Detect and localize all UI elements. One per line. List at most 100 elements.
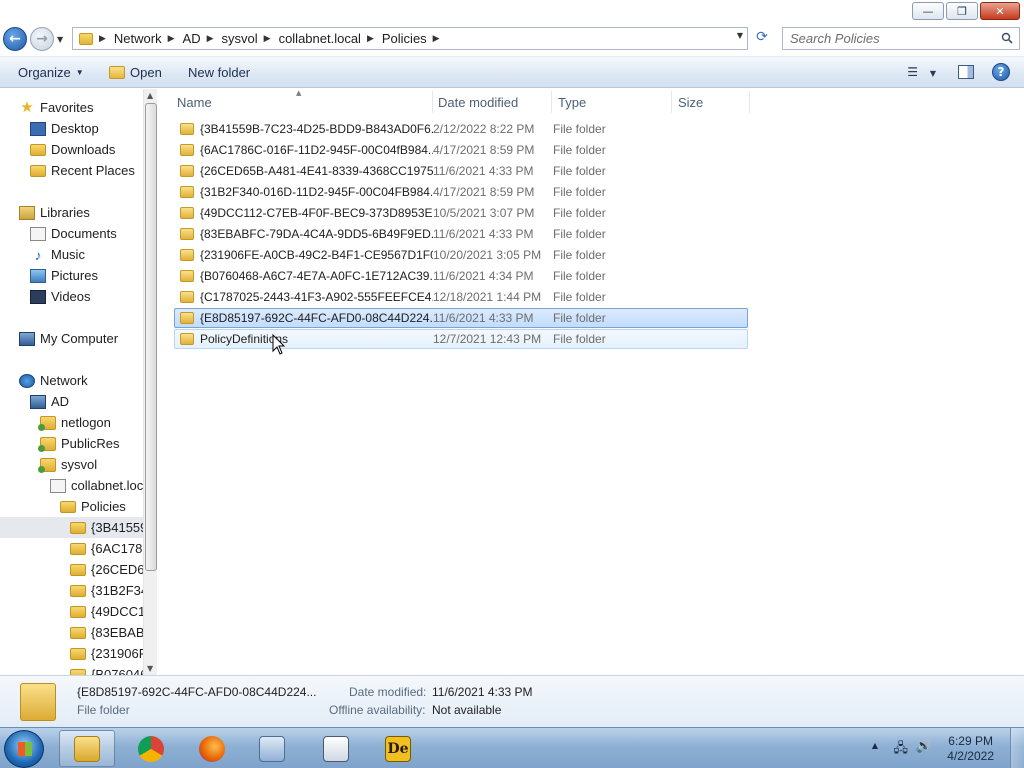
scroll-up-arrow[interactable]: ▲ [147, 91, 153, 100]
nav-label: {3B41559I [91, 520, 152, 535]
breadcrumb-label: sysvol [221, 31, 258, 46]
taskbar-notepad-button[interactable] [308, 730, 364, 767]
nav-favorites[interactable]: ★ Favorites [19, 97, 93, 118]
command-bar: Organize ▼ Open New folder ☰ ▼ ? [0, 56, 1024, 88]
nav-subfolder-item[interactable]: {6AC1786 [70, 538, 150, 559]
column-header-name[interactable]: Name [171, 91, 433, 113]
nav-my-computer[interactable]: My Computer [19, 328, 118, 349]
scroll-thumb[interactable] [145, 103, 157, 571]
taskbar-explorer-button[interactable] [59, 730, 115, 767]
open-button[interactable]: Open [109, 65, 162, 80]
breadcrumb-ad[interactable]: AD ▶ [175, 31, 214, 46]
chevron-right-icon[interactable]: ▶ [264, 34, 271, 44]
chevron-right-icon[interactable]: ▶ [207, 34, 214, 44]
column-header-type[interactable]: Type [552, 91, 672, 113]
file-type: File folder [553, 227, 606, 241]
breadcrumb-policies[interactable]: Policies ▶ [374, 31, 440, 46]
nav-libraries[interactable]: Libraries [19, 202, 90, 223]
chevron-right-icon[interactable]: ▶ [168, 34, 175, 44]
nav-scrollbar[interactable]: ▲ ▼ [143, 89, 157, 675]
help-icon[interactable]: ? [992, 63, 1010, 81]
shared-folder-icon [38, 457, 56, 473]
forward-button[interactable]: → [30, 27, 54, 51]
breadcrumb-network[interactable]: Network ▶ [106, 31, 175, 46]
refresh-button[interactable]: ⟳ [752, 29, 772, 49]
chevron-right-icon[interactable]: ▶ [99, 34, 106, 44]
notepad-icon [323, 735, 349, 762]
nav-subfolder-item[interactable]: {49DCC11 [70, 601, 151, 622]
file-row-hovered[interactable]: PolicyDefinitions 12/7/2021 12:43 PM File … [174, 329, 748, 349]
show-desktop-button[interactable] [1010, 728, 1024, 768]
scroll-down-arrow[interactable]: ▼ [147, 664, 153, 673]
nav-documents[interactable]: Documents [30, 223, 117, 244]
file-row[interactable]: {231906FE-A0CB-49C2-B4F1-CE9567D1F0... 10… [174, 245, 748, 265]
chevron-right-icon[interactable]: ▶ [433, 34, 440, 44]
file-type: File folder [553, 122, 606, 136]
nav-recent-places[interactable]: Recent Places [30, 160, 135, 181]
taskbar-de-button[interactable]: De [370, 730, 426, 767]
new-folder-button[interactable]: New folder [188, 65, 250, 80]
column-header-size[interactable]: Size [672, 91, 750, 113]
file-row-selected[interactable]: {E8D85197-692C-44FC-AFD0-08C44D224... 11/… [174, 308, 748, 328]
address-bar[interactable]: ▶ Network ▶ AD ▶ sysvol ▶ collabnet.local ▶ … [72, 27, 748, 50]
taskbar-controlpanel-button[interactable] [244, 730, 300, 767]
folder-icon [180, 165, 194, 177]
preview-pane-icon[interactable] [958, 65, 974, 79]
nav-pictures[interactable]: Pictures [30, 265, 98, 286]
file-row[interactable]: {C1787025-2443-41F3-A902-555FEEFCE4... 12… [174, 287, 748, 307]
maximize-button[interactable]: ❐ [946, 2, 978, 20]
search-icon[interactable] [1001, 32, 1013, 44]
nav-desktop[interactable]: Desktop [30, 118, 99, 139]
file-row[interactable]: {6AC1786C-016F-11D2-945F-00C04fB984... 4/… [174, 140, 748, 160]
file-row[interactable]: {31B2F340-016D-11D2-945F-00C04FB984... 4/… [174, 182, 748, 202]
nav-publicres[interactable]: PublicRes [38, 433, 120, 454]
chevron-right-icon[interactable]: ▶ [367, 34, 374, 44]
nav-downloads[interactable]: Downloads [30, 139, 115, 160]
folder-icon [180, 228, 194, 240]
nav-label: PublicRes [61, 436, 120, 451]
file-row[interactable]: {B0760468-A6C7-4E7A-A0FC-1E712AC39... 11/… [174, 266, 748, 286]
nav-subfolder-item[interactable]: {231906FI [70, 643, 150, 664]
nav-subfolder-item[interactable]: {B076046 [70, 664, 147, 675]
desktop-icon [30, 121, 46, 136]
search-input[interactable] [783, 28, 983, 49]
show-hidden-icons-button[interactable]: ▲ [872, 741, 878, 750]
view-options-dropdown[interactable]: ▼ [930, 69, 936, 78]
volume-icon[interactable]: 🔊 [916, 739, 932, 754]
nav-netlogon[interactable]: netlogon [38, 412, 111, 433]
recent-pages-dropdown[interactable]: ▼ [57, 35, 63, 44]
file-row[interactable]: {26CED65B-A481-4E41-8339-4368CC1975... 11… [174, 161, 748, 181]
nav-subfolder-item[interactable]: {83EBABF [70, 622, 152, 643]
address-dropdown[interactable]: ▼ [737, 31, 743, 40]
file-row[interactable]: {83EBABFC-79DA-4C4A-9DD5-6B49F9ED... 11/6… [174, 224, 748, 244]
nav-videos[interactable]: Videos [30, 286, 91, 307]
nav-label: Documents [51, 226, 117, 241]
nav-sysvol[interactable]: sysvol [38, 454, 97, 475]
close-button[interactable]: ✕ [980, 2, 1020, 20]
nav-policies[interactable]: Policies [60, 496, 126, 517]
nav-subfolder-item[interactable]: {3B41559I [0, 517, 151, 538]
nav-network[interactable]: Network [19, 370, 88, 391]
taskbar-firefox-button[interactable] [184, 730, 240, 767]
change-view-button[interactable]: ☰ [907, 65, 918, 79]
downloads-folder-icon [30, 143, 46, 156]
network-status-icon[interactable]: 🖧 [894, 739, 909, 761]
nav-music[interactable]: ♪ Music [30, 244, 85, 265]
file-row[interactable]: {3B41559B-7C23-4D25-BDD9-B843AD0F6... 2/1… [174, 119, 748, 139]
nav-collabnet[interactable]: collabnet.loca [50, 475, 151, 496]
nav-ad[interactable]: AD [30, 391, 69, 412]
organize-button[interactable]: Organize ▼ [18, 65, 84, 80]
file-row[interactable]: {49DCC112-C7EB-4F0F-BEC9-373D8953E... 10/… [174, 203, 748, 223]
nav-subfolder-item[interactable]: {26CED65 [70, 559, 152, 580]
arrow-right-icon: → [36, 31, 48, 47]
minimize-button[interactable]: — [912, 2, 944, 20]
breadcrumb-sysvol[interactable]: sysvol ▶ [214, 31, 271, 46]
breadcrumb-collabnet[interactable]: collabnet.local ▶ [271, 31, 374, 46]
column-header-date[interactable]: Date modified [432, 91, 552, 113]
nav-subfolder-item[interactable]: {31B2F34( [70, 580, 152, 601]
taskbar-chrome-button[interactable] [123, 730, 179, 767]
folder-icon [70, 521, 86, 534]
start-button[interactable] [4, 730, 44, 768]
clock[interactable]: 6:29 PM 4/2/2022 [947, 734, 994, 764]
back-button[interactable]: ← [3, 27, 27, 51]
